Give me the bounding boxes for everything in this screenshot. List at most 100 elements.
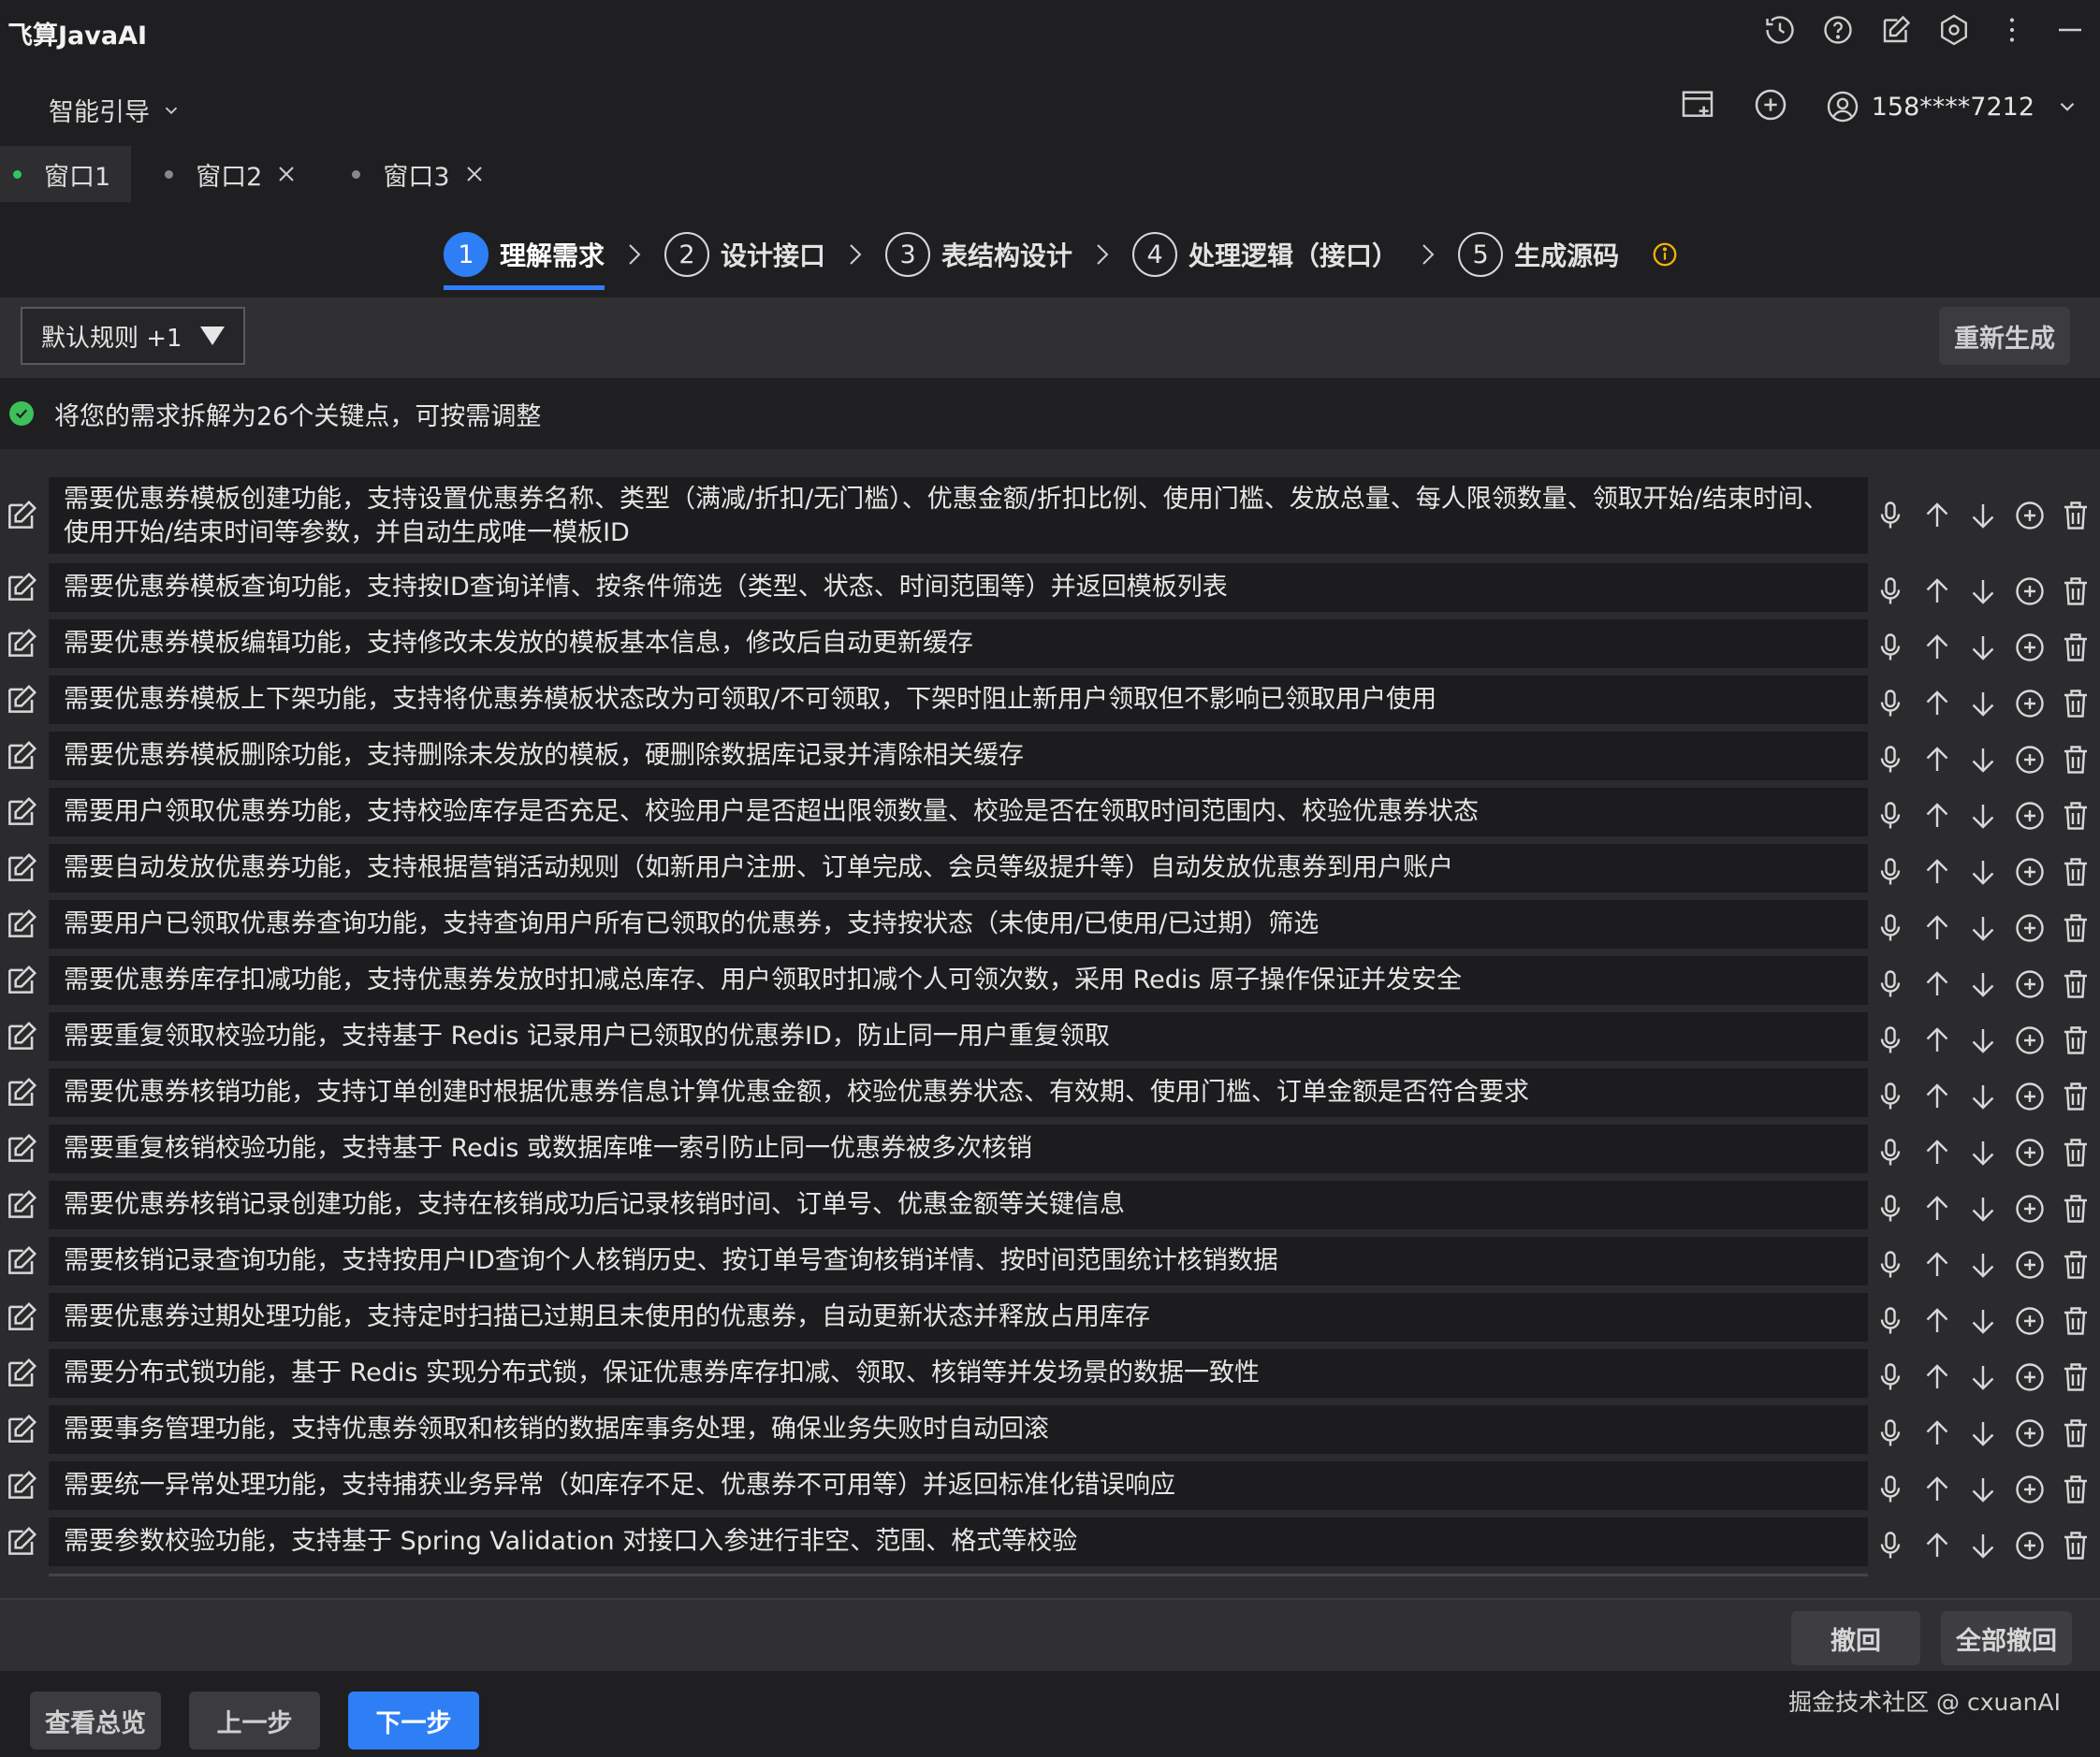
edit-icon[interactable] [4,794,39,830]
mic-icon[interactable] [1874,631,1907,664]
trash-icon[interactable] [2059,1416,2093,1450]
arrow-up-icon[interactable] [1920,687,1954,720]
edit-icon[interactable] [4,1524,39,1560]
arrow-down-icon[interactable] [1966,631,2000,664]
requirement-text[interactable]: 需要事务管理功能，支持优惠券领取和核销的数据库事务处理，确保业务失败时自动回滚 [49,1405,1868,1454]
edit-icon[interactable] [4,570,39,605]
undo-button[interactable]: 撤回 [1791,1611,1920,1665]
mic-icon[interactable] [1874,499,1907,532]
requirement-text[interactable]: 需要核销记录查询功能，支持按用户ID查询个人核销历史、按订单号查询核销详情、按时… [49,1237,1868,1285]
trash-icon[interactable] [2059,574,2093,608]
arrow-up-icon[interactable] [1920,1024,1954,1057]
add-circle-icon[interactable] [2013,1473,2047,1506]
history-icon[interactable] [1761,11,1799,49]
trash-icon[interactable] [2059,911,2093,945]
requirement-text[interactable]: 需要自动发放优惠券功能，支持根据营销活动规则（如新用户注册、订单完成、会员等级提… [49,844,1868,893]
regenerate-button[interactable]: 重新生成 [1939,307,2070,365]
add-circle-icon[interactable] [2013,1360,2047,1394]
overview-button[interactable]: 查看总览 [30,1692,161,1750]
step-2[interactable]: 2 设计接口 [664,221,825,288]
arrow-up-icon[interactable] [1920,1360,1954,1394]
step-3[interactable]: 3 表结构设计 [885,221,1072,288]
info-icon[interactable] [1651,240,1679,269]
arrow-up-icon[interactable] [1920,499,1954,532]
next-step-button[interactable]: 下一步 [348,1692,479,1750]
trash-icon[interactable] [2059,1473,2093,1506]
trash-icon[interactable] [2059,855,2093,889]
trash-icon[interactable] [2059,499,2093,532]
add-circle-icon[interactable] [2013,1136,2047,1169]
add-circle-icon[interactable] [2013,1080,2047,1113]
trash-icon[interactable] [2059,967,2093,1001]
add-circle-icon[interactable] [2013,574,2047,608]
close-icon[interactable] [275,163,298,185]
mic-icon[interactable] [1874,799,1907,833]
edit-icon[interactable] [4,626,39,661]
undo-all-button[interactable]: 全部撤回 [1941,1611,2072,1665]
add-circle-icon[interactable] [2013,855,2047,889]
edit-icon[interactable] [4,963,39,998]
trash-icon[interactable] [2059,1304,2093,1338]
arrow-up-icon[interactable] [1920,855,1954,889]
add-circle-icon[interactable] [2013,1024,2047,1057]
requirement-text[interactable]: 需要优惠券模板删除功能，支持删除未发放的模板，硬删除数据库记录并清除相关缓存 [49,732,1868,780]
arrow-down-icon[interactable] [1966,1304,2000,1338]
trash-icon[interactable] [2059,1192,2093,1226]
mic-icon[interactable] [1874,1248,1907,1282]
mic-icon[interactable] [1874,1192,1907,1226]
arrow-up-icon[interactable] [1920,967,1954,1001]
edit-icon[interactable] [4,1468,39,1503]
arrow-down-icon[interactable] [1966,1080,2000,1113]
add-circle-icon[interactable] [1752,86,1789,127]
edit-icon[interactable] [4,1131,39,1167]
window-tab-1[interactable]: 窗口1 [0,146,132,202]
edit-icon[interactable] [4,907,39,942]
add-circle-icon[interactable] [2013,1304,2047,1338]
step-4[interactable]: 4 处理逻辑（接口） [1132,221,1398,288]
add-circle-icon[interactable] [2013,967,2047,1001]
arrow-up-icon[interactable] [1920,1248,1954,1282]
trash-icon[interactable] [2059,631,2093,664]
user-menu[interactable]: 158****7212 [1825,89,2079,124]
edit-icon[interactable] [4,1187,39,1223]
arrow-down-icon[interactable] [1966,1248,2000,1282]
arrow-down-icon[interactable] [1966,1416,2000,1450]
mic-icon[interactable] [1874,687,1907,720]
mic-icon[interactable] [1874,743,1907,777]
requirement-text[interactable]: 需要优惠券模板上下架功能，支持将优惠券模板状态改为可领取/不可领取，下架时阻止新… [49,675,1868,724]
mic-icon[interactable] [1874,1416,1907,1450]
arrow-up-icon[interactable] [1920,1473,1954,1506]
edit-icon[interactable] [4,850,39,886]
minimize-icon[interactable] [2051,11,2089,49]
arrow-down-icon[interactable] [1966,574,2000,608]
window-tab-2[interactable]: 窗口2 [142,146,318,202]
arrow-down-icon[interactable] [1966,1529,2000,1562]
requirement-text[interactable]: 需要重复核销校验功能，支持基于 Redis 或数据库唯一索引防止同一优惠券被多次… [49,1125,1868,1173]
requirement-text[interactable]: 需要重复领取校验功能，支持基于 Redis 记录用户已领取的优惠券ID，防止同一… [49,1012,1868,1061]
trash-icon[interactable] [2059,743,2093,777]
arrow-up-icon[interactable] [1920,911,1954,945]
arrow-up-icon[interactable] [1920,631,1954,664]
arrow-down-icon[interactable] [1966,911,2000,945]
edit-icon[interactable] [4,682,39,718]
trash-icon[interactable] [2059,1248,2093,1282]
mic-icon[interactable] [1874,574,1907,608]
add-circle-icon[interactable] [2013,1529,2047,1562]
trash-icon[interactable] [2059,687,2093,720]
mic-icon[interactable] [1874,1360,1907,1394]
step-1[interactable]: 1 理解需求 [444,221,605,290]
edit-icon[interactable] [4,1243,39,1279]
trash-icon[interactable] [2059,1024,2093,1057]
mic-icon[interactable] [1874,1024,1907,1057]
requirement-text[interactable]: 需要参数校验功能，支持基于 Spring Validation 对接口入参进行非… [49,1517,1868,1566]
add-circle-icon[interactable] [2013,1192,2047,1226]
requirement-text[interactable]: 需要优惠券模板查询功能，支持按ID查询详情、按条件筛选（类型、状态、时间范围等）… [49,563,1868,612]
arrow-up-icon[interactable] [1920,799,1954,833]
arrow-down-icon[interactable] [1966,687,2000,720]
edit-icon[interactable] [4,1412,39,1447]
arrow-up-icon[interactable] [1920,1080,1954,1113]
new-window-icon[interactable] [1679,86,1716,127]
requirement-text[interactable]: 需要用户已领取优惠券查询功能，支持查询用户所有已领取的优惠券，支持按状态（未使用… [49,900,1868,949]
arrow-down-icon[interactable] [1966,499,2000,532]
arrow-up-icon[interactable] [1920,574,1954,608]
